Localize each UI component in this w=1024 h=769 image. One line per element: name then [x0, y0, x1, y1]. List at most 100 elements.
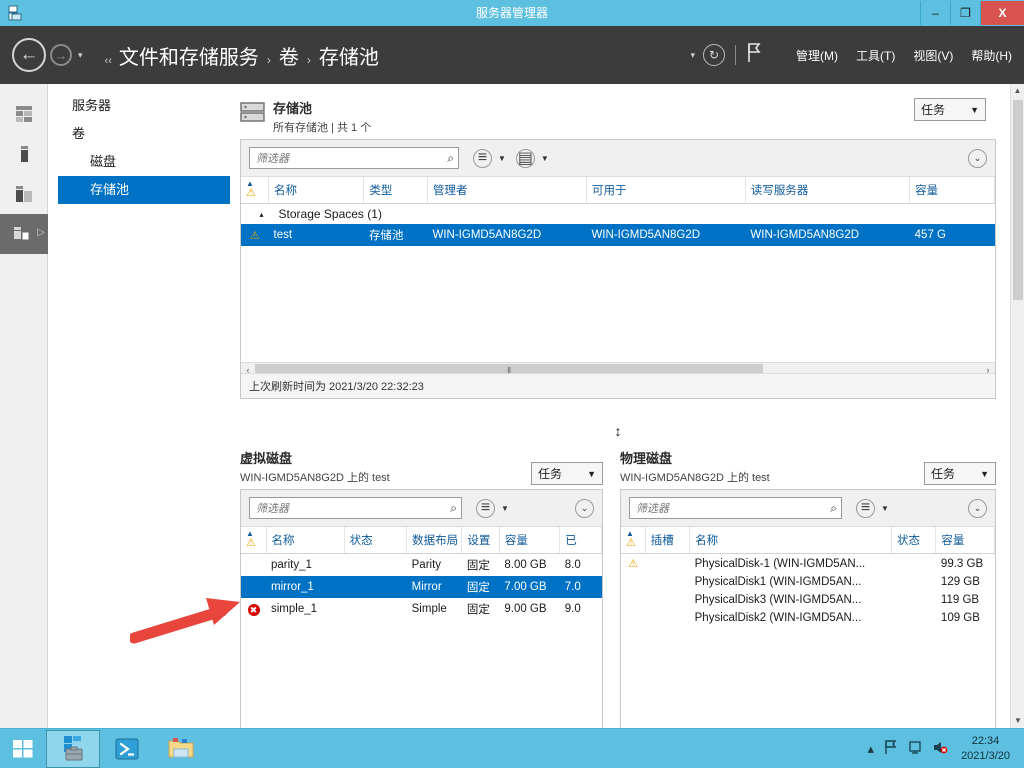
sidebar-item-storage-pools[interactable]: 存储池 — [58, 176, 230, 204]
flag-icon[interactable] — [884, 740, 898, 758]
table-row[interactable]: PhysicalDisk1 (WIN-IGMD5AN... 129 GB — [621, 573, 995, 591]
column-status[interactable]: ▲ ⚠ — [241, 177, 269, 204]
table-row[interactable]: parity_1 Parity 固定 8.00 GB 8.0 — [241, 554, 602, 577]
flag-icon[interactable] — [746, 43, 762, 68]
search-input[interactable]: 筛选器 ⌕ — [249, 147, 459, 169]
warning-column-icon: ⚠ — [626, 537, 636, 549]
rail-item-dashboard[interactable] — [0, 94, 48, 134]
taskbar-clock[interactable]: 22:34 2021/3/20 — [953, 734, 1018, 764]
row-status-icon: ✖ — [241, 598, 266, 620]
rail-item-storage-pools[interactable]: ▷ — [0, 214, 48, 254]
panel-splitter[interactable]: ↕ — [240, 419, 996, 443]
expand-filter-icon[interactable]: ⌄ — [968, 149, 987, 168]
column-available-to[interactable]: 可用于 — [586, 177, 745, 204]
menu-view[interactable]: 视图(V) — [913, 47, 953, 64]
list-view-caret-icon[interactable]: ▼ — [498, 154, 506, 163]
list-view-icon[interactable]: ≡ — [476, 499, 495, 518]
sidebar-item-servers[interactable]: 服务器 — [58, 92, 230, 120]
column-type[interactable]: 类型 — [364, 177, 428, 204]
back-button[interactable]: ← — [12, 38, 46, 72]
table-row[interactable]: mirror_1 Mirror 固定 7.00 GB 7.0 — [241, 576, 602, 598]
virtual-disks-tasks-button[interactable]: 任务 ▼ — [531, 462, 603, 485]
breadcrumb-overflow-icon[interactable]: ‹‹ — [105, 55, 112, 67]
breadcrumb-item-storage-pools[interactable]: 存储池 — [319, 41, 379, 70]
chevron-right-icon[interactable]: ▷ — [37, 227, 45, 238]
list-view-caret-icon[interactable]: ▼ — [501, 504, 509, 513]
column-capacity[interactable]: 容量 — [936, 527, 995, 554]
restore-button[interactable]: ❐ — [950, 1, 980, 25]
column-status[interactable]: ▲ ⚠ — [241, 527, 266, 554]
group-caret-icon[interactable]: ▴ — [241, 204, 269, 225]
list-view-caret-icon[interactable]: ▼ — [881, 504, 889, 513]
cell-slot — [645, 573, 689, 591]
menu-tools[interactable]: 工具(T) — [856, 47, 895, 64]
save-query-icon[interactable]: ▤ — [516, 149, 535, 168]
column-name[interactable]: 名称 — [266, 527, 344, 554]
column-state[interactable]: 状态 — [344, 527, 407, 554]
column-name[interactable]: 名称 — [269, 177, 364, 204]
volume-muted-icon[interactable] — [932, 740, 948, 758]
menu-manage[interactable]: 管理(M) — [796, 47, 838, 64]
dashboard-grid-icon — [14, 104, 34, 124]
tray-expand-icon[interactable]: ▴ — [868, 741, 875, 757]
cell-available-to: WIN-IGMD5AN8G2D — [586, 224, 745, 246]
column-capacity[interactable]: 容量 — [910, 177, 995, 204]
storage-pools-grid: 筛选器 ⌕ ≡ ▼ ▤ ▼ ⌄ ▲ ⚠ — [240, 139, 996, 399]
expand-filter-icon[interactable]: ⌄ — [968, 499, 987, 518]
table-row[interactable]: PhysicalDisk2 (WIN-IGMD5AN... 109 GB — [621, 609, 995, 627]
splitter-handle-icon[interactable]: ↕ — [615, 423, 622, 439]
breadcrumb-item-file-and-storage-services[interactable]: 文件和存储服务 — [119, 41, 259, 70]
taskbar-item-file-explorer[interactable] — [154, 730, 208, 768]
column-managed-by[interactable]: 管理者 — [428, 177, 587, 204]
notification-caret[interactable]: ▾ — [690, 50, 695, 61]
close-button[interactable]: X — [980, 1, 1024, 25]
table-group-row[interactable]: ▴ Storage Spaces (1) — [241, 204, 995, 225]
physical-disks-view-buttons: ≡ ▼ — [856, 499, 899, 518]
content-vertical-scrollbar[interactable]: ▲ ▼ — [1010, 84, 1024, 728]
physical-disks-tasks-button[interactable]: 任务 ▼ — [924, 462, 996, 485]
minimize-button[interactable]: – — [920, 1, 950, 25]
column-state[interactable]: 状态 — [892, 527, 936, 554]
forward-button[interactable]: → — [50, 44, 72, 66]
storage-pools-tasks-button[interactable]: 任务 ▼ — [914, 98, 986, 121]
command-bar-right: ▾ ↻ 管理(M) 工具(T) 视图(V) 帮助(H) — [690, 43, 1024, 68]
column-allocated[interactable]: 已 — [560, 527, 602, 554]
breadcrumb-item-volumes[interactable]: 卷 — [279, 41, 299, 70]
cell-capacity: 119 GB — [936, 591, 995, 609]
column-status[interactable]: ▲ ⚠ — [621, 527, 645, 554]
table-row[interactable]: ⚠ PhysicalDisk-1 (WIN-IGMD5AN... 99.3 GB — [621, 554, 995, 574]
scroll-down-button[interactable]: ▼ — [1011, 714, 1024, 728]
rail-item-volumes[interactable] — [0, 134, 48, 174]
physical-disks-table: ▲ ⚠ 插槽 名称 状态 容量 ⚠ Ph — [621, 527, 995, 627]
column-name[interactable]: 名称 — [690, 527, 892, 554]
expand-filter-icon[interactable]: ⌄ — [575, 499, 594, 518]
sidebar-item-disks[interactable]: 磁盘 — [58, 148, 230, 176]
virtual-disks-grid: 筛选器 ⌕ ≡ ▼ ⌄ ▲ ⚠ 名称 — [240, 489, 603, 729]
search-input[interactable]: 筛选器 ⌕ — [629, 497, 842, 519]
column-read-write-server[interactable]: 读写服务器 — [745, 177, 909, 204]
taskbar-item-server-manager[interactable] — [46, 730, 100, 768]
search-input[interactable]: 筛选器 ⌕ — [249, 497, 462, 519]
table-row[interactable]: ✖ simple_1 Simple 固定 9.00 GB 9.0 — [241, 598, 602, 620]
network-icon[interactable] — [908, 740, 922, 758]
column-provisioning[interactable]: 设置 — [462, 527, 500, 554]
rail-item-disks[interactable] — [0, 174, 48, 214]
vscroll-thumb[interactable] — [1013, 100, 1023, 300]
taskbar-item-powershell[interactable] — [100, 730, 154, 768]
sidebar-item-volumes[interactable]: 卷 — [58, 120, 230, 148]
column-capacity[interactable]: 容量 — [499, 527, 559, 554]
column-layout[interactable]: 数据布局 — [407, 527, 462, 554]
save-query-caret-icon[interactable]: ▼ — [541, 154, 549, 163]
scroll-up-button[interactable]: ▲ — [1011, 84, 1024, 98]
list-view-icon[interactable]: ≡ — [856, 499, 875, 518]
virtual-disks-panel: 虚拟磁盘 WIN-IGMD5AN8G2D 上的 test 任务 ▼ 筛选器 ⌕ … — [240, 448, 603, 729]
list-view-icon[interactable]: ≡ — [473, 149, 492, 168]
table-row[interactable]: ⚠ test 存储池 WIN-IGMD5AN8G2D WIN-IGMD5AN8G… — [241, 224, 995, 246]
menu-help[interactable]: 帮助(H) — [971, 47, 1012, 64]
column-slot[interactable]: 插槽 — [645, 527, 689, 554]
start-button[interactable] — [0, 729, 46, 769]
table-row[interactable]: PhysicalDisk3 (WIN-IGMD5AN... 119 GB — [621, 591, 995, 609]
error-icon: ✖ — [248, 604, 260, 616]
nav-history-caret[interactable]: ▾ — [78, 50, 83, 61]
refresh-icon[interactable]: ↻ — [703, 44, 725, 66]
